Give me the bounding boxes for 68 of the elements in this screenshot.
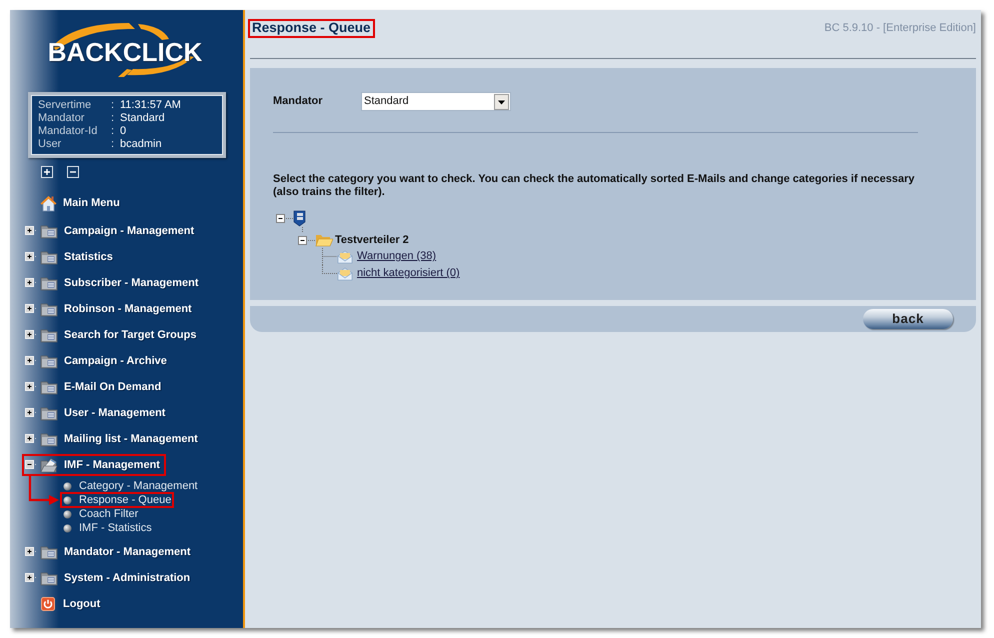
collapse-all-icon[interactable] xyxy=(67,166,79,178)
menu-item[interactable]: Mandator - Management xyxy=(64,544,191,560)
info-value: 0 xyxy=(120,125,128,138)
folder-icon xyxy=(40,431,58,447)
folder-icon xyxy=(315,233,333,247)
open-folder-icon xyxy=(40,457,58,473)
folder-icon xyxy=(40,570,58,586)
info-value: bcadmin xyxy=(120,138,163,151)
collapse-toggle-icon[interactable] xyxy=(276,214,293,223)
tree-connector xyxy=(302,227,303,232)
category-link[interactable]: Warnungen (38) xyxy=(357,248,436,265)
envelope-icon xyxy=(337,250,353,264)
bullet-icon xyxy=(63,482,72,490)
envelope-icon xyxy=(337,266,353,280)
submenu-item[interactable]: Coach Filter xyxy=(79,506,138,522)
info-label: User xyxy=(38,138,62,151)
version-label: BC 5.9.10 - [Enterprise Edition] xyxy=(824,21,976,36)
pointer-arrow xyxy=(28,476,59,506)
menu-item[interactable]: Statistics xyxy=(64,248,113,266)
info-separator: : xyxy=(111,138,116,151)
folder-icon xyxy=(40,327,58,343)
logo-text: BACKCLICK xyxy=(46,39,204,65)
folder-icon xyxy=(40,379,58,395)
submenu-item[interactable]: Response - Queue xyxy=(79,492,172,508)
menu-item[interactable]: Campaign - Management xyxy=(64,222,194,240)
folder-icon xyxy=(40,405,58,421)
menu-item[interactable]: Campaign - Archive xyxy=(64,352,167,370)
info-separator: : xyxy=(111,125,116,138)
info-label: Mandator-Id xyxy=(38,125,98,138)
menu-item[interactable]: Subscriber - Management xyxy=(64,274,198,292)
bullet-icon xyxy=(63,524,72,532)
menu-item[interactable]: Mailing list - Management xyxy=(64,430,198,448)
info-label: Servertime xyxy=(38,99,92,112)
page-title: Response - Queue xyxy=(252,19,371,38)
submenu-item[interactable]: IMF - Statistics xyxy=(79,520,152,536)
folder-icon xyxy=(40,301,58,317)
info-value: Standard xyxy=(120,112,166,125)
folder-icon xyxy=(40,249,58,265)
info-value: 11:31:57 AM xyxy=(120,99,182,112)
collapse-toggle-icon[interactable] xyxy=(298,236,315,244)
power-icon xyxy=(41,597,55,611)
menu-item[interactable]: IMF - Management xyxy=(64,456,160,474)
tree-node-label: Testverteiler 2 xyxy=(335,232,409,248)
info-separator: : xyxy=(111,99,116,112)
folder-icon xyxy=(40,223,58,239)
menu-item[interactable]: E-Mail On Demand xyxy=(64,378,162,396)
info-label: Mandator xyxy=(38,112,86,125)
expand-all-icon[interactable] xyxy=(41,166,53,178)
folder-icon xyxy=(40,544,58,560)
info-separator: : xyxy=(111,112,116,125)
bullet-icon xyxy=(63,496,72,504)
menu-item[interactable]: Robinson - Management xyxy=(64,300,192,318)
mandator-select[interactable]: Standard xyxy=(361,92,511,111)
instructions-text: Select the category you want to check. You can check the automatically sorted E-Mails and change categories if necessary (also trains the filter). xyxy=(273,173,916,199)
menu-item[interactable]: User - Management xyxy=(64,404,166,422)
folder-icon xyxy=(40,353,58,369)
back-button[interactable]: back xyxy=(863,309,953,329)
folder-icon xyxy=(40,275,58,291)
menu-item[interactable]: Search for Target Groups xyxy=(64,326,196,344)
bullet-icon xyxy=(63,510,72,518)
menu-item[interactable]: System - Administration xyxy=(64,570,190,586)
home-icon xyxy=(40,194,57,212)
category-link[interactable]: nicht kategorisiert (0) xyxy=(357,265,460,282)
field-label: Mandator xyxy=(273,94,324,110)
root-node-icon xyxy=(293,210,306,227)
menu-item[interactable]: Main Menu xyxy=(63,194,120,212)
menu-item[interactable]: Logout xyxy=(63,596,100,612)
submenu-item[interactable]: Category - Management xyxy=(79,478,198,494)
